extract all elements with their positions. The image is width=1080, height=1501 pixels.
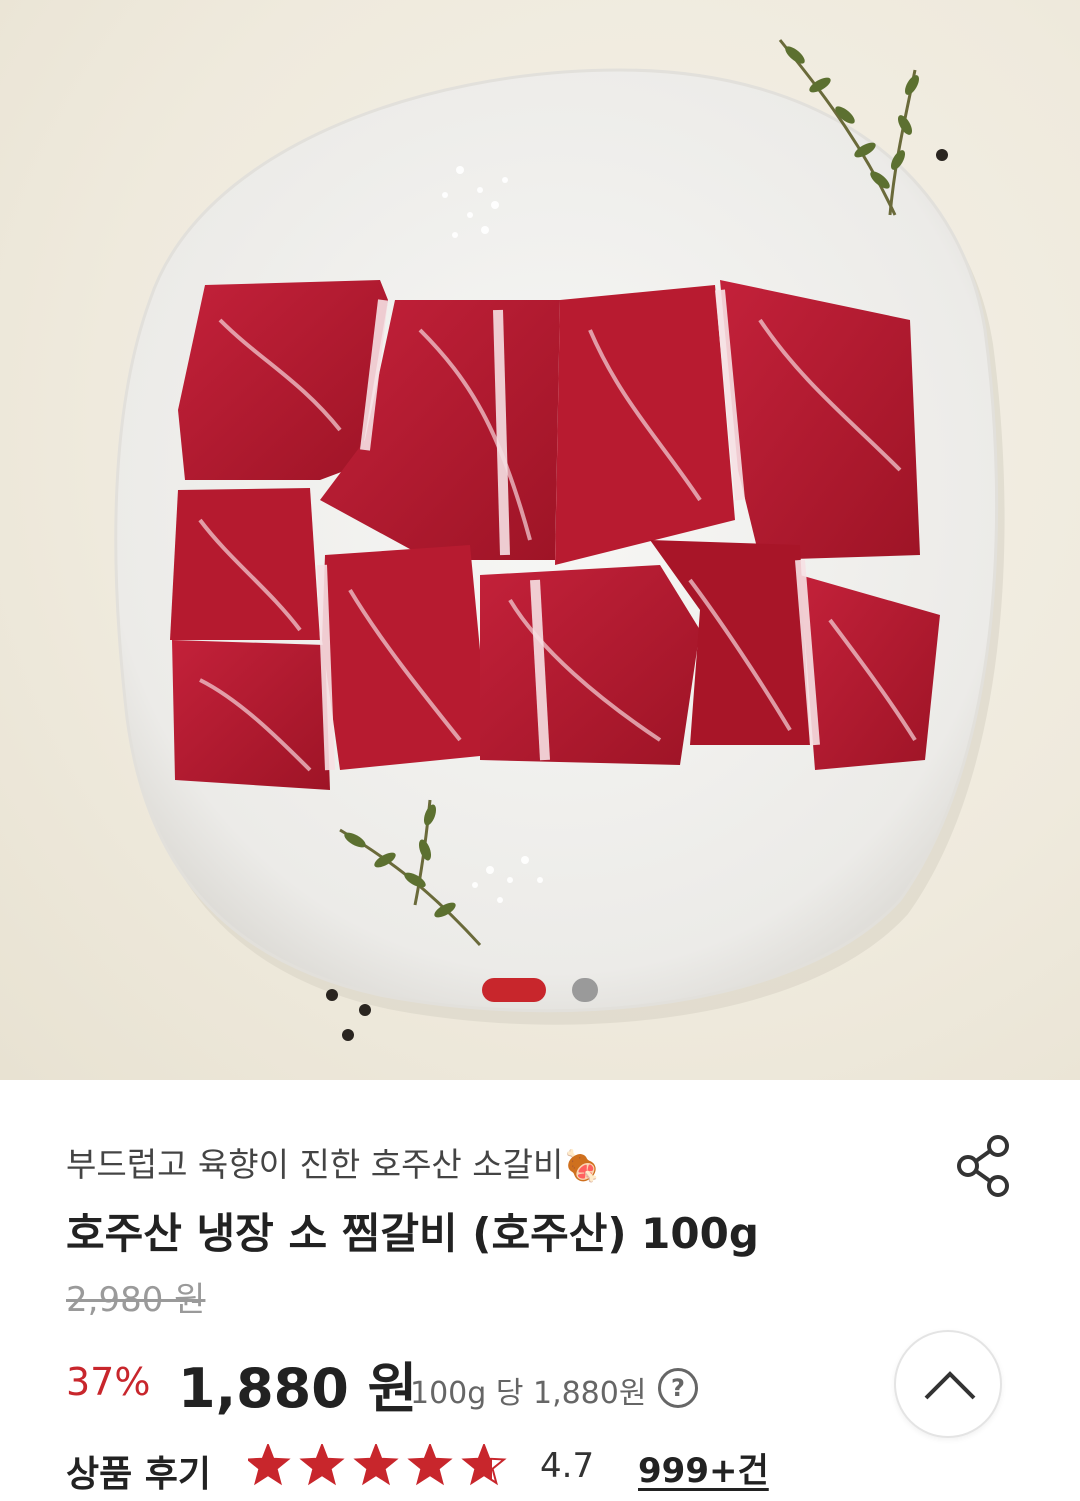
sale-price: 1,880 원 [178,1357,418,1420]
chevron-up-icon [924,1371,976,1400]
carousel-dot-active[interactable] [482,978,546,1002]
star-icon-fill [356,1445,396,1483]
unit-price: 100g 당 1,880원 [410,1376,647,1411]
product-title: 호주산 냉장 소 찜갈비 (호주산) 100g [66,1209,759,1258]
carousel-pagination [0,978,1080,1002]
star-icon-fill [248,1445,288,1483]
meat-emoji-icon: 🍖 [563,1149,601,1184]
rating-value: 4.7 [540,1446,595,1486]
product-image-carousel[interactable] [0,0,1080,1080]
review-label: 상품 후기 [66,1454,212,1495]
product-image [114,39,1005,1041]
product-subtitle: 부드럽고 육향이 진한 호주산 소갈비🍖 [66,1138,601,1186]
rating-stars [248,1444,507,1486]
carousel-dot[interactable] [572,978,598,1002]
scroll-to-top-button[interactable] [894,1330,1002,1438]
share-icon [957,1135,1009,1197]
review-count-link[interactable]: 999+건 [638,1443,769,1492]
star-icon-fill [302,1445,342,1483]
discount-rate: 37% [66,1360,151,1404]
star-icon-fill [410,1445,450,1483]
original-price: 2,980 원 [66,1280,206,1320]
share-button[interactable] [952,1132,1016,1200]
product-subtitle-text: 부드럽고 육향이 진한 호주산 소갈비 [66,1145,564,1184]
question-circle-icon[interactable]: ? [658,1368,698,1408]
